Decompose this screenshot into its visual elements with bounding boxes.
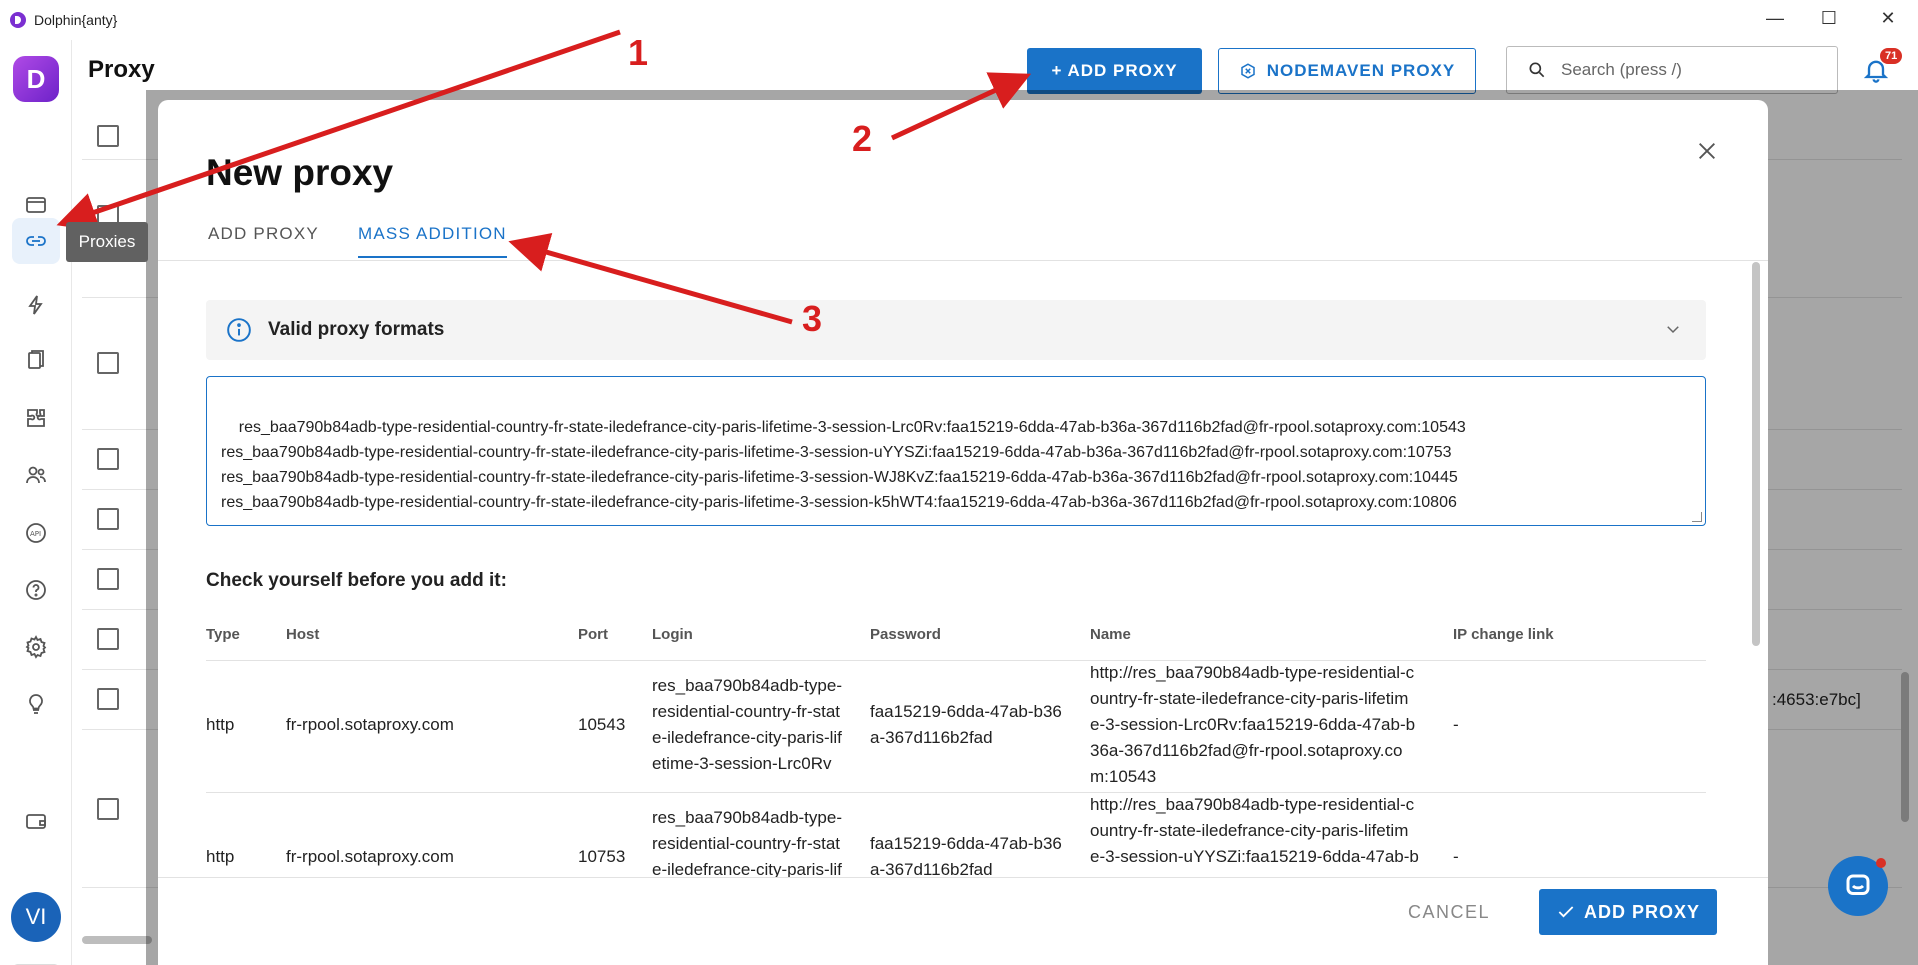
row1-password: faa15219-6dda-47ab-b36 a-367d116b2fad bbox=[870, 702, 1062, 747]
row2-login: res_baa790b84adb-type- residential-count… bbox=[652, 808, 842, 879]
row-checkbox[interactable] bbox=[97, 798, 119, 820]
bookmark-icon bbox=[28, 350, 44, 369]
column-header-ip-change-link: IP change link bbox=[1453, 626, 1554, 643]
close-window-button[interactable]: ✕ bbox=[1876, 8, 1900, 29]
row1-ip-change-link: - bbox=[1453, 715, 1459, 734]
column-header-name: Name bbox=[1090, 626, 1131, 643]
dialog-footer: CANCEL ADD PROXY bbox=[158, 877, 1768, 965]
table-header-divider bbox=[206, 660, 1706, 661]
column-header-host: Host bbox=[286, 626, 320, 643]
browser-window-icon bbox=[26, 197, 46, 213]
sidebar-item-automation[interactable] bbox=[12, 282, 60, 328]
check-section-title: Check yourself before you add it: bbox=[206, 570, 507, 591]
add-proxy-button[interactable]: + ADD PROXY bbox=[1027, 48, 1202, 94]
row1-login: res_baa790b84adb-type- residential-count… bbox=[652, 676, 842, 773]
sidebar-item-help[interactable] bbox=[12, 567, 60, 613]
nodemaven-proxy-button[interactable]: NODEMAVEN PROXY bbox=[1218, 48, 1476, 94]
sidebar-item-proxies[interactable] bbox=[12, 218, 60, 264]
api-icon: API bbox=[26, 523, 46, 543]
dialog-title: New proxy bbox=[206, 152, 394, 193]
sidebar-item-tips[interactable] bbox=[12, 681, 60, 727]
sidebar-item-team[interactable] bbox=[12, 452, 60, 498]
row-checkbox[interactable] bbox=[97, 628, 119, 650]
dialog-close-button[interactable] bbox=[1696, 140, 1726, 170]
row-checkbox[interactable] bbox=[97, 508, 119, 530]
row2-host: fr-rpool.sotaproxy.com bbox=[286, 847, 454, 866]
row2-ip-change-link: - bbox=[1453, 847, 1459, 866]
row2-port: 10753 bbox=[578, 847, 626, 866]
wallet-icon bbox=[26, 814, 46, 829]
row-divider bbox=[206, 792, 1706, 793]
avatar[interactable]: VI bbox=[11, 892, 61, 942]
valid-formats-label: Valid proxy formats bbox=[268, 319, 445, 340]
dialog-scrollbar[interactable] bbox=[1752, 262, 1760, 646]
row2-type: http bbox=[206, 847, 235, 866]
confirm-add-proxy-label: ADD PROXY bbox=[1583, 901, 1700, 922]
column-header-port: Port bbox=[578, 626, 608, 643]
annotation-number-3: 3 bbox=[802, 298, 823, 339]
svg-text:API: API bbox=[30, 530, 41, 538]
proxy-list-textarea[interactable]: res_baa790b84adb-type-residential-countr… bbox=[206, 376, 1706, 526]
row-checkbox[interactable] bbox=[97, 568, 119, 590]
chevron-down-icon bbox=[1664, 320, 1682, 338]
gear-icon bbox=[25, 635, 47, 659]
table-select-all-checkbox[interactable] bbox=[97, 125, 119, 147]
window-title: Dolphin{anty} bbox=[34, 12, 118, 28]
sidebar-item-wallet[interactable] bbox=[12, 798, 60, 844]
lightning-icon bbox=[28, 295, 43, 315]
cancel-button[interactable]: CANCEL bbox=[1408, 902, 1490, 923]
chat-icon bbox=[1846, 874, 1870, 895]
nodemaven-label: NODEMAVEN PROXY bbox=[1266, 61, 1456, 80]
brand-logo[interactable]: D bbox=[13, 56, 59, 102]
row2-name: http://res_baa790b84adb-type-residential… bbox=[1090, 795, 1419, 866]
maximize-button[interactable]: ☐ bbox=[1817, 8, 1841, 29]
sidebar-item-extensions[interactable] bbox=[12, 395, 60, 441]
info-icon bbox=[226, 317, 252, 343]
close-icon bbox=[1699, 143, 1715, 159]
proxies-tooltip: Proxies bbox=[66, 222, 148, 262]
row1-port: 10543 bbox=[578, 715, 626, 734]
tab-mass-addition[interactable]: MASS ADDITION bbox=[358, 224, 507, 258]
row-checkbox[interactable] bbox=[97, 448, 119, 470]
valid-proxy-formats-panel[interactable]: Valid proxy formats bbox=[206, 300, 1706, 360]
proxy-list-text: res_baa790b84adb-type-residential-countr… bbox=[221, 419, 1466, 511]
table-horizontal-scrollbar[interactable] bbox=[82, 936, 152, 944]
row-checkbox[interactable] bbox=[97, 688, 119, 710]
users-icon bbox=[26, 466, 46, 484]
sidebar-item-bookmarks[interactable] bbox=[12, 338, 60, 384]
sidebar-item-api[interactable]: API bbox=[12, 510, 60, 556]
annotation-number-1: 1 bbox=[628, 32, 649, 73]
search-icon bbox=[1529, 62, 1545, 78]
column-header-type: Type bbox=[206, 626, 240, 643]
search-input[interactable]: Search (press /) bbox=[1506, 46, 1838, 94]
notifications-badge: 71 bbox=[1880, 48, 1903, 64]
nodemaven-icon bbox=[1241, 63, 1255, 79]
sidebar-item-settings[interactable] bbox=[12, 624, 60, 670]
link-icon bbox=[26, 236, 46, 246]
minimize-button[interactable]: — bbox=[1763, 8, 1787, 29]
sidebar: D API VI EN bbox=[0, 40, 72, 965]
help-icon bbox=[26, 580, 46, 600]
confirm-add-proxy-button[interactable]: ADD PROXY bbox=[1539, 889, 1717, 935]
app-logo-icon bbox=[10, 12, 26, 28]
row-checkbox[interactable] bbox=[97, 352, 119, 374]
new-proxy-dialog: New proxy ADD PROXY MASS ADDITION Valid … bbox=[158, 100, 1768, 965]
chat-unread-dot bbox=[1876, 858, 1886, 868]
resize-handle-icon[interactable] bbox=[1692, 512, 1702, 522]
row1-host: fr-rpool.sotaproxy.com bbox=[286, 715, 454, 734]
row2-password: faa15219-6dda-47ab-b36 a-367d116b2fad bbox=[870, 834, 1062, 879]
puzzle-icon bbox=[27, 409, 45, 427]
lightbulb-icon bbox=[29, 694, 43, 714]
page-title: Proxy bbox=[88, 56, 155, 83]
row1-type: http bbox=[206, 715, 235, 734]
column-header-login: Login bbox=[652, 626, 693, 643]
search-placeholder: Search (press /) bbox=[1561, 60, 1682, 79]
annotation-number-2: 2 bbox=[852, 118, 873, 159]
window-titlebar: Dolphin{anty} — ☐ ✕ bbox=[0, 0, 1918, 40]
column-header-password: Password bbox=[870, 626, 941, 643]
tab-add-proxy[interactable]: ADD PROXY bbox=[208, 224, 319, 256]
tabs-divider bbox=[158, 260, 1768, 261]
row1-name: http://res_baa790b84adb-type-residential… bbox=[1090, 663, 1416, 786]
check-icon bbox=[1558, 906, 1574, 918]
